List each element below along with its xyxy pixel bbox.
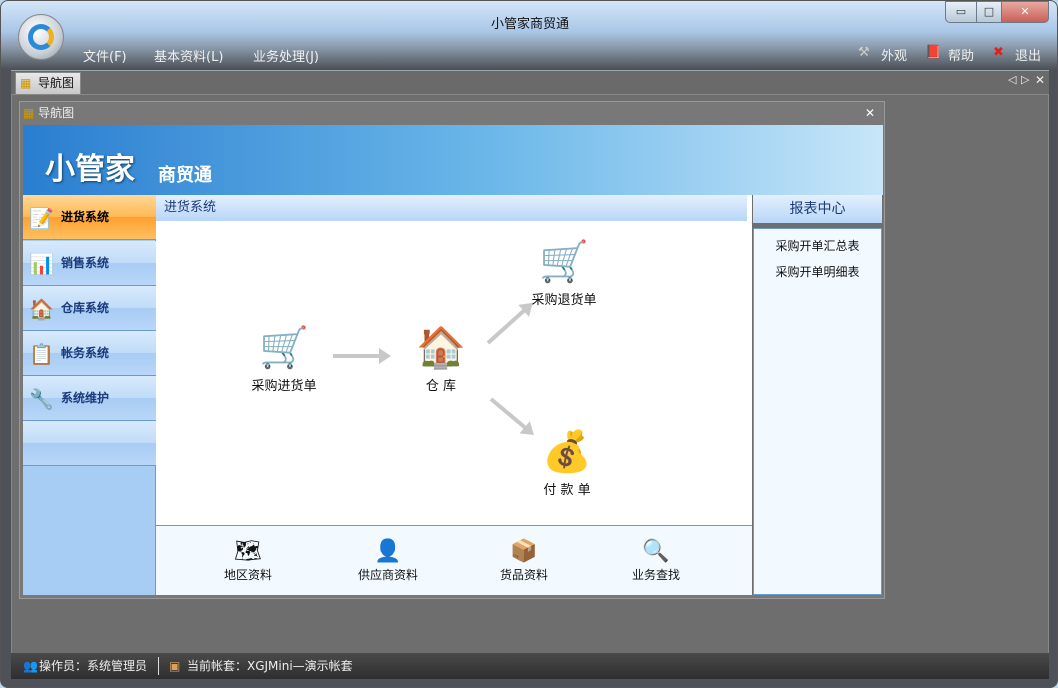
status-bar: 👥 操作员：系统管理员 ▣ 当前帐套：XGJMini—演示帐套 [11, 653, 1049, 679]
brand-name: 小管家 [45, 144, 135, 188]
supplier-data-link[interactable]: 👤供应商资料 [352, 538, 424, 583]
business-search-link[interactable]: 🔍业务查找 [624, 538, 688, 583]
sidebar-item-label: 帐务系统 [61, 346, 109, 360]
arrow-to-return [487, 307, 528, 345]
sidebar-item-label: 系统维护 [61, 391, 109, 405]
users-icon: 👥 [23, 653, 38, 679]
tools-icon: ⚒ [858, 45, 870, 60]
minimize-button[interactable]: ▭ [945, 1, 977, 23]
sidebar-item-sales[interactable]: 📊 销售系统 [23, 241, 156, 286]
app-window: 小管家商贸通 ▭ □ ✕ 文件(F) 基本资料(L) 业务处理(J) ⚒ 外观 … [0, 0, 1058, 688]
report-list: 采购开单汇总表 采购开单明细表 [753, 228, 882, 595]
quick-links: 🗺地区资料 👤供应商资料 📦货品资料 🔍业务查找 [156, 525, 752, 595]
link-label: 地区资料 [216, 566, 280, 583]
account-status: 当前帐套：XGJMini—演示帐套 [187, 653, 353, 679]
arrow-to-payment [490, 397, 529, 431]
goods-data-link[interactable]: 📦货品资料 [492, 538, 556, 583]
menu-business[interactable]: 业务处理(J) [253, 46, 319, 65]
wrench-icon: 🔧 [29, 386, 53, 412]
scroll-left-icon[interactable]: ◁ [1008, 73, 1016, 86]
sidebar-item-label: 进货系统 [61, 210, 109, 224]
sidebar-item-label: 销售系统 [61, 256, 109, 270]
scroll-right-icon[interactable]: ▷ [1021, 73, 1029, 86]
panel-title: ▦ 导航图 [23, 104, 74, 121]
link-label: 业务查找 [624, 566, 688, 583]
report-center-header: 报表中心 [753, 195, 882, 223]
panel-title-text: 导航图 [38, 106, 74, 120]
sidebar-empty-slot [23, 421, 156, 466]
operator-status: 操作员：系统管理员 [39, 653, 147, 679]
help-menu[interactable]: 帮助 [948, 45, 974, 64]
panel-close-button[interactable]: ✕ [865, 106, 875, 120]
house-icon: 🏠 [29, 296, 53, 322]
menu-file[interactable]: 文件(F) [83, 46, 127, 65]
cart-add-icon: 🛒 [244, 323, 324, 375]
sidebar-item-maintenance[interactable]: 🔧 系统维护 [23, 376, 156, 421]
region-data-link[interactable]: 🗺地区资料 [216, 538, 280, 583]
cart-remove-icon: 🛒 [524, 237, 604, 289]
close-button[interactable]: ✕ [1001, 1, 1049, 23]
node-label: 付 款 单 [532, 479, 602, 498]
supplier-icon: 👤 [352, 538, 424, 566]
menu-basic-data[interactable]: 基本资料(L) [154, 46, 223, 65]
tab-navigation[interactable]: ▦ 导航图 [15, 72, 81, 94]
nav-map-icon: ▦ [20, 73, 31, 93]
map-icon: 🗺 [216, 538, 280, 566]
exit-menu[interactable]: 退出 [1015, 45, 1041, 64]
window-title: 小管家商贸通 [1, 13, 1058, 32]
purchase-return-node[interactable]: 🛒采购退货单 [524, 237, 604, 308]
house-icon: 🏠 [406, 323, 476, 375]
chart-icon: 📊 [29, 251, 53, 277]
link-label: 货品资料 [492, 566, 556, 583]
nav-map-icon: ▦ [23, 106, 38, 120]
sidebar-item-label: 仓库系统 [61, 301, 109, 315]
tab-label: 导航图 [38, 76, 74, 90]
banner [23, 125, 883, 195]
clipboard-icon: 📋 [29, 341, 53, 367]
node-label: 仓 库 [406, 375, 476, 394]
search-document-icon: 🔍 [624, 538, 688, 566]
maximize-button[interactable]: □ [976, 1, 1002, 23]
exit-icon: ✖ [993, 45, 1004, 60]
sidebar: 📝 进货系统 📊 销售系统 🏠 仓库系统 📋 帐务系统 🔧 系统维护 [23, 195, 156, 595]
document-edit-icon: 📝 [29, 205, 53, 231]
node-label: 采购退货单 [524, 289, 604, 308]
boxes-icon: 📦 [492, 538, 556, 566]
sidebar-item-warehouse[interactable]: 🏠 仓库系统 [23, 286, 156, 331]
section-header: 进货系统 [156, 195, 747, 221]
payment-node[interactable]: 💰付 款 单 [532, 427, 602, 498]
report-purchase-summary[interactable]: 采购开单汇总表 [754, 237, 881, 255]
help-book-icon: 📕 [925, 45, 941, 60]
brand-subtitle: 商贸通 [158, 161, 212, 187]
purchase-order-node[interactable]: 🛒采购进货单 [244, 323, 324, 394]
node-label: 采购进货单 [244, 375, 324, 394]
status-divider [158, 657, 159, 675]
report-purchase-detail[interactable]: 采购开单明细表 [754, 263, 881, 281]
link-label: 供应商资料 [352, 566, 424, 583]
appearance-menu[interactable]: 外观 [881, 45, 907, 64]
account-book-icon: ▣ [169, 653, 180, 679]
arrow-to-warehouse [333, 354, 383, 358]
sidebar-item-purchase[interactable]: 📝 进货系统 [23, 195, 156, 240]
sidebar-item-accounts[interactable]: 📋 帐务系统 [23, 331, 156, 376]
tab-strip [11, 70, 1049, 94]
close-tab-icon[interactable]: ✕ [1035, 73, 1045, 87]
warehouse-node[interactable]: 🏠仓 库 [406, 323, 476, 394]
money-chart-icon: 💰 [532, 427, 602, 479]
